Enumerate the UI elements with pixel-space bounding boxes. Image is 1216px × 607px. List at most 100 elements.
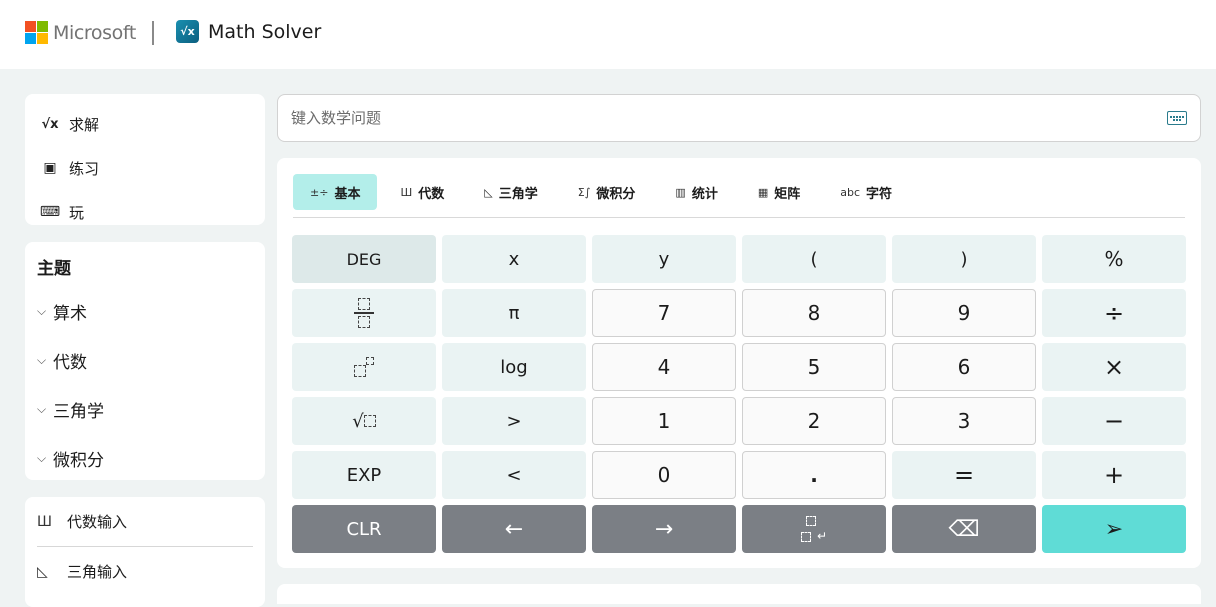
eight-key[interactable]: 8 xyxy=(742,289,886,337)
three-key[interactable]: 3 xyxy=(892,397,1036,445)
topics-title: 主题 xyxy=(37,259,71,279)
topic-algebra[interactable]: ⌵ 代数 xyxy=(37,336,253,385)
x-key[interactable]: x xyxy=(442,235,586,283)
tab-characters[interactable]: abc 字符 xyxy=(823,174,909,210)
sqrt-key[interactable]: √ xyxy=(292,397,436,445)
exp-key[interactable]: EXP xyxy=(292,451,436,499)
topic-label: 三角学 xyxy=(53,402,104,422)
tab-calculus[interactable]: Σ∫ 微积分 xyxy=(561,174,653,210)
math-input-box xyxy=(277,94,1201,142)
equals-key[interactable]: = xyxy=(892,451,1036,499)
chevron-down-icon: ⌵ xyxy=(37,353,47,367)
solve-submit-button[interactable]: ➢ xyxy=(1042,505,1186,553)
fraction-icon xyxy=(354,298,374,328)
math-solver-home-link[interactable]: √x Math Solver xyxy=(176,20,321,43)
nav-item-play[interactable]: ⌨ 玩 xyxy=(25,190,265,234)
right-paren-key[interactable]: ) xyxy=(892,235,1036,283)
cursor-right-button[interactable]: → xyxy=(592,505,736,553)
gamepad-icon: ⌨ xyxy=(39,204,61,220)
six-key[interactable]: 6 xyxy=(892,343,1036,391)
minus-key[interactable]: − xyxy=(1042,397,1186,445)
tab-matrix[interactable]: ▦ 矩阵 xyxy=(741,174,817,210)
input-item-algebra[interactable]: Ш 代数输入 xyxy=(37,497,253,546)
triangle-icon: ◺ xyxy=(37,563,48,580)
topics-panel: 主题 ⌵ 算术 ⌵ 代数 ⌵ 三角学 ⌵ 微积分 xyxy=(25,242,265,480)
nav-panel: √x 求解 ▣ 练习 ⌨ 玩 xyxy=(25,94,265,225)
arrow-right-icon: → xyxy=(654,516,674,542)
less-than-key[interactable]: < xyxy=(442,451,586,499)
sigma-integral-icon: Σ∫ xyxy=(577,185,591,199)
sqrt-x-icon: √x xyxy=(41,116,59,132)
header-divider xyxy=(152,21,154,45)
triangle-icon: ◺ xyxy=(484,185,493,199)
fraction-key[interactable] xyxy=(292,289,436,337)
topic-label: 微积分 xyxy=(53,451,104,471)
deg-key[interactable]: DEG xyxy=(292,235,436,283)
nav-item-label: 玩 xyxy=(69,203,85,222)
math-problem-input[interactable] xyxy=(291,109,1167,127)
divide-key[interactable]: ÷ xyxy=(1042,289,1186,337)
algebra-icon: Ш xyxy=(400,185,413,199)
multiply-key[interactable]: × xyxy=(1042,343,1186,391)
abc-icon: abc xyxy=(840,185,861,199)
y-key[interactable]: y xyxy=(592,235,736,283)
log-key[interactable]: log xyxy=(442,343,586,391)
arrow-left-icon: ← xyxy=(504,516,524,542)
calculator-tabs: ±÷ 基本 Ш 代数 ◺ 三角学 Σ∫ 微积分 ▥ 统计 ▦ 矩阵 abc 字符 xyxy=(293,174,1185,218)
cursor-left-button[interactable]: ← xyxy=(442,505,586,553)
tab-label: 矩阵 xyxy=(774,186,801,202)
tab-label: 字符 xyxy=(866,186,893,202)
keyboard-icon[interactable] xyxy=(1167,111,1187,125)
seven-key[interactable]: 7 xyxy=(592,289,736,337)
calculator-panel: ±÷ 基本 Ш 代数 ◺ 三角学 Σ∫ 微积分 ▥ 统计 ▦ 矩阵 abc 字符 xyxy=(277,158,1201,568)
topic-trigonometry[interactable]: ⌵ 三角学 xyxy=(37,385,253,434)
topic-label: 算术 xyxy=(53,304,87,324)
nav-item-label: 求解 xyxy=(69,115,100,134)
percent-key[interactable]: % xyxy=(1042,235,1186,283)
topic-calculus[interactable]: ⌵ 微积分 xyxy=(37,434,253,483)
microsoft-logo[interactable]: Microsoft xyxy=(25,21,136,44)
tab-label: 三角学 xyxy=(498,186,538,202)
practice-icon: ▣ xyxy=(43,160,57,176)
decimal-key[interactable]: . xyxy=(742,451,886,499)
app-title: Math Solver xyxy=(208,20,322,43)
exponent-key[interactable] xyxy=(292,343,436,391)
microsoft-brand-text: Microsoft xyxy=(53,21,136,44)
pi-key[interactable]: π xyxy=(442,289,586,337)
left-paren-key[interactable]: ( xyxy=(742,235,886,283)
header: Microsoft √x Math Solver xyxy=(0,0,1216,69)
tab-basic[interactable]: ±÷ 基本 xyxy=(293,174,378,210)
chevron-down-icon: ⌵ xyxy=(37,451,47,465)
topic-label: 代数 xyxy=(53,353,87,373)
bar-chart-icon: ▥ xyxy=(675,185,686,199)
nine-key[interactable]: 9 xyxy=(892,289,1036,337)
sqrt-icon: √ xyxy=(352,411,376,432)
nav-item-solve[interactable]: √x 求解 xyxy=(25,102,265,146)
zero-key[interactable]: 0 xyxy=(592,451,736,499)
chevron-down-icon: ⌵ xyxy=(37,402,47,416)
tab-label: 统计 xyxy=(691,186,718,202)
one-key[interactable]: 1 xyxy=(592,397,736,445)
microsoft-logo-icon xyxy=(25,21,48,44)
keypad: DEG x y ( ) % π 7 8 9 ÷ log 4 5 6 × √ > … xyxy=(292,235,1186,553)
tab-label: 代数 xyxy=(418,186,445,202)
topic-arithmetic[interactable]: ⌵ 算术 xyxy=(37,287,253,336)
backspace-icon: ⌫ xyxy=(948,516,980,542)
tab-trigonometry[interactable]: ◺ 三角学 xyxy=(467,174,554,210)
input-types-panel: Ш 代数输入 ◺ 三角输入 xyxy=(25,497,265,607)
clear-button[interactable]: CLR xyxy=(292,505,436,553)
matrix-icon: ▦ xyxy=(757,185,769,199)
backspace-button[interactable]: ⌫ xyxy=(892,505,1036,553)
tab-algebra[interactable]: Ш 代数 xyxy=(383,174,461,210)
plus-key[interactable]: + xyxy=(1042,451,1186,499)
input-item-label: 三角输入 xyxy=(67,563,128,581)
five-key[interactable]: 5 xyxy=(742,343,886,391)
input-item-trig[interactable]: ◺ 三角输入 xyxy=(37,547,253,596)
enter-placeholder-icon: ↵ xyxy=(801,516,827,542)
four-key[interactable]: 4 xyxy=(592,343,736,391)
nav-item-practice[interactable]: ▣ 练习 xyxy=(25,146,265,190)
new-line-button[interactable]: ↵ xyxy=(742,505,886,553)
greater-than-key[interactable]: > xyxy=(442,397,586,445)
two-key[interactable]: 2 xyxy=(742,397,886,445)
tab-statistics[interactable]: ▥ 统计 xyxy=(658,174,734,210)
